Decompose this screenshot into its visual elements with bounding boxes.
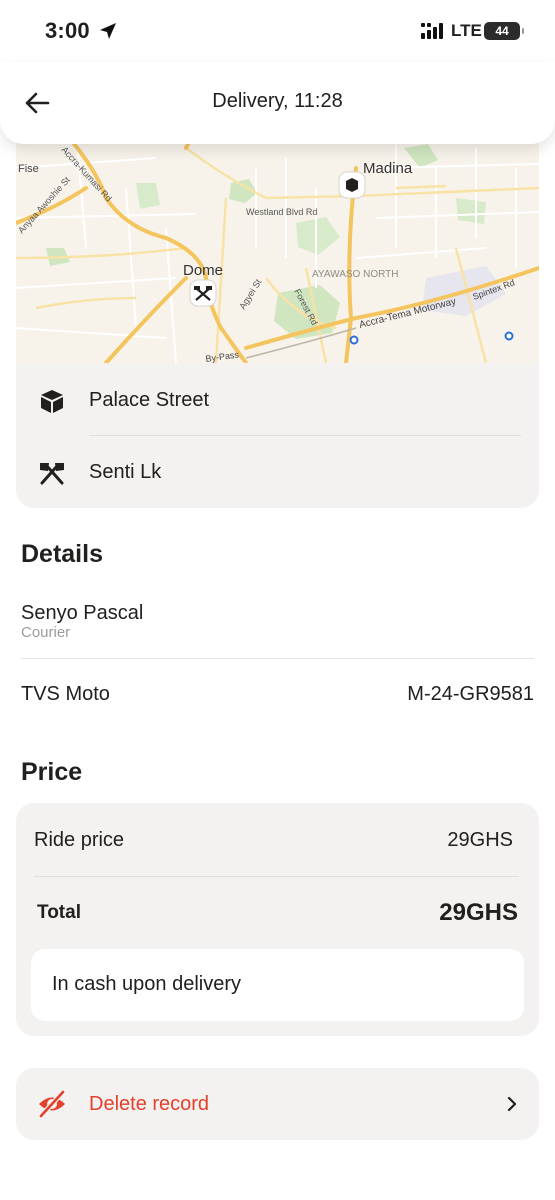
delete-record-button[interactable]: Delete record [16,1068,539,1140]
route-card: Madina Dome Fise AYAWASO NORTH Westland … [16,128,539,508]
network-type: LTE [451,21,482,40]
divider [34,876,519,877]
total-label: Total [37,902,81,923]
route-destination-row[interactable]: Senti Lk [16,437,539,507]
pickup-map-marker[interactable] [338,171,366,199]
ride-price-value: 29GHS [447,829,513,851]
divider [21,658,534,659]
payment-method: In cash upon delivery [52,973,242,995]
chevron-right-icon [507,1096,517,1112]
ride-price-label: Ride price [34,829,125,851]
page-title: Delivery, 11:28 [212,90,343,112]
price-heading: Price [21,758,83,786]
vehicle-plate: M-24-GR9581 [407,683,534,705]
eye-off-icon [38,1089,66,1119]
courier-role: Courier [21,624,71,641]
price-card: Ride price 29GHS Total 29GHS In cash upo… [16,803,539,1036]
map-label-fise: Fise [18,163,39,175]
map[interactable]: Madina Dome Fise AYAWASO NORTH Westland … [16,128,539,363]
status-time: 3:00 [45,18,90,43]
courier-name: Senyo Pascal [21,602,144,624]
destination-map-marker[interactable] [189,279,217,307]
map-label-ayawaso-north: AYAWASO NORTH [312,269,399,280]
divider [89,435,521,436]
header: Delivery, 11:28 [0,62,555,144]
transit-dot [504,331,514,341]
park-area [136,183,160,209]
vehicle-model: TVS Moto [21,683,110,705]
payment-method-box: In cash upon delivery [31,949,524,1021]
map-label-madina: Madina [363,160,413,177]
route-pickup-row[interactable]: Palace Street [16,365,539,435]
details-heading: Details [21,540,103,568]
battery-icon: 44 [484,22,524,40]
delete-record-label: Delete record [89,1093,210,1115]
total-value: 29GHS [439,899,518,926]
map-label-dome: Dome [183,262,223,279]
package-box-icon [41,390,63,413]
transit-dot [349,335,359,345]
location-arrow-icon [100,23,116,39]
park-area [456,198,486,224]
map-canvas: Madina Dome Fise AYAWASO NORTH Westland … [16,128,539,363]
pickup-address: Palace Street [89,389,210,411]
status-bar: 3:00 LTE 44 [0,0,555,64]
crossed-flags-icon [40,463,64,485]
cellular-signal-icon [421,23,443,39]
destination-address: Senti Lk [89,461,162,483]
map-label-westland: Westland Blvd Rd [246,207,317,217]
